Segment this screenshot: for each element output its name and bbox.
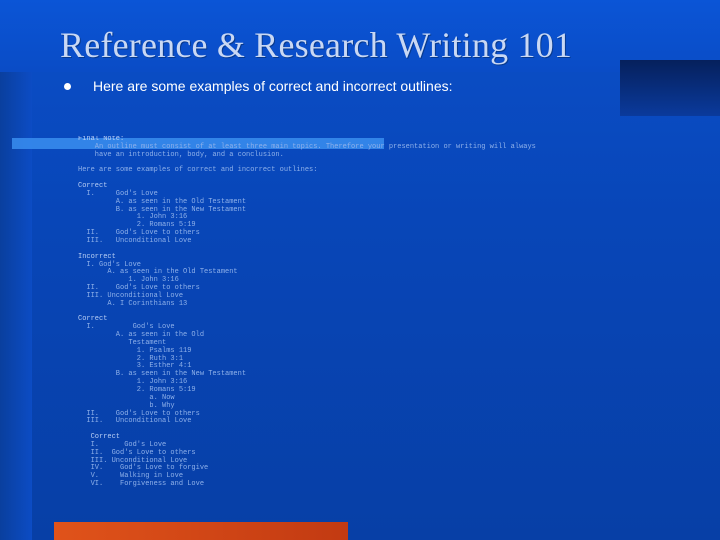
outline-image: Final Note: An outline must consist of a…	[78, 136, 678, 496]
bullet-item: Here are some examples of correct and in…	[64, 78, 453, 94]
outline-line: III. Unconditional Love	[78, 236, 192, 245]
outline-line: Here are some examples of correct and in…	[78, 166, 318, 175]
outline-line: Correct	[78, 182, 108, 191]
bullet-text: Here are some examples of correct and in…	[93, 78, 453, 94]
left-decor-band	[0, 0, 32, 540]
outline-line: A. as seen in the Old	[78, 331, 205, 340]
outline-line	[78, 246, 678, 254]
slide-title: Reference & Research Writing 101	[60, 25, 573, 65]
outline-line: Correct	[78, 433, 121, 442]
outline-line	[78, 426, 678, 434]
outline-line: A. I Corinthians 13	[78, 299, 188, 308]
outline-line: Incorrect	[78, 252, 116, 261]
outline-line: have an introduction, body, and a conclu…	[78, 150, 284, 159]
outline-line	[78, 175, 678, 183]
outline-line	[78, 309, 678, 317]
outline-line: VI. Forgiveness and Love	[78, 480, 205, 489]
bottom-accent-bar	[54, 522, 348, 540]
bullet-dot-icon	[64, 83, 71, 90]
outline-line: III. Unconditional Love	[78, 417, 192, 426]
dark-accent-bar	[620, 60, 720, 116]
